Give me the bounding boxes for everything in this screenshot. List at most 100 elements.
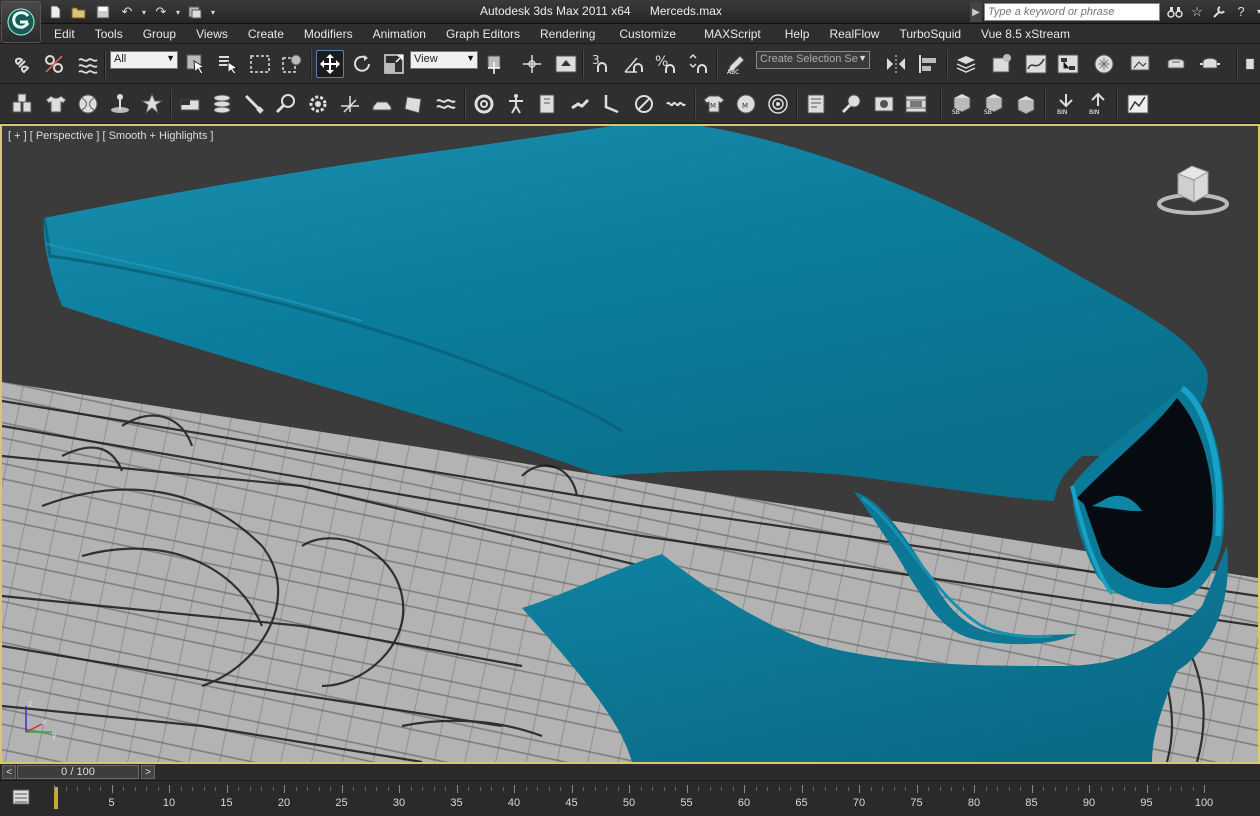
time-slider-thumb[interactable]: 0 / 100 xyxy=(17,765,139,779)
bones-icon[interactable] xyxy=(566,90,594,118)
vehicle-icon[interactable] xyxy=(368,90,396,118)
select-by-name-icon[interactable] xyxy=(214,50,242,78)
time-slider-next-button[interactable]: > xyxy=(141,765,155,779)
menu-edit[interactable]: Edit xyxy=(44,24,85,44)
rectangular-selection-region-icon[interactable] xyxy=(246,50,274,78)
menu-views[interactable]: Views xyxy=(186,24,238,44)
sphere-m-icon[interactable]: M xyxy=(732,90,760,118)
script-editor-icon[interactable] xyxy=(802,90,830,118)
track-bar[interactable]: 5 10 15 20 25 30 35 40 45 50 55 60 65 70 75 80 85 90 95 100 xyxy=(0,780,1260,816)
layer-manager-icon[interactable] xyxy=(952,50,980,78)
binoculars-icon[interactable] xyxy=(1166,2,1184,21)
pin-icon[interactable] xyxy=(106,90,134,118)
menu-turbosquid[interactable]: TurboSquid xyxy=(889,24,971,44)
wave-icon[interactable] xyxy=(432,90,460,118)
select-and-rotate-icon[interactable] xyxy=(348,50,376,78)
named-selection-set-dropdown[interactable]: Create Selection Se ▼ xyxy=(756,51,870,69)
sbs-cube-icon[interactable] xyxy=(1012,90,1040,118)
frame-ruler[interactable]: 5 10 15 20 25 30 35 40 45 50 55 60 65 70 75 80 85 90 95 100 xyxy=(54,783,1213,811)
render-production-icon[interactable] xyxy=(1196,50,1224,78)
toolbar-overflow-icon[interactable] xyxy=(1242,50,1258,78)
favorites-icon[interactable]: ☆ xyxy=(1188,2,1206,21)
gear-icon[interactable] xyxy=(304,90,332,118)
save-icon[interactable] xyxy=(92,3,114,22)
menu-graph-editors[interactable]: Graph Editors xyxy=(436,24,530,44)
menu-help[interactable]: Help xyxy=(775,24,820,44)
fabric-icon[interactable] xyxy=(400,90,428,118)
select-and-link-icon[interactable] xyxy=(8,50,36,78)
bin-export-icon[interactable]: BIN xyxy=(1052,90,1080,118)
edit-named-selection-sets-icon[interactable]: ABC xyxy=(722,50,750,78)
sbs-import-icon[interactable]: SB xyxy=(980,90,1008,118)
new-icon[interactable] xyxy=(44,3,66,22)
chevron-down-icon[interactable]: ▾ xyxy=(140,3,148,22)
perspective-viewport[interactable]: [ + ] [ Perspective ] [ Smooth + Highlig… xyxy=(0,124,1260,764)
material-library-icon[interactable] xyxy=(8,90,36,118)
spinner-snap-toggle-icon[interactable] xyxy=(684,50,712,78)
unlink-selection-icon[interactable] xyxy=(40,50,68,78)
undo-icon[interactable]: ↶ xyxy=(116,3,138,22)
spiral-icon[interactable] xyxy=(764,90,792,118)
application-menu-button[interactable] xyxy=(1,1,41,43)
graph-chart-icon[interactable] xyxy=(1124,90,1152,118)
curve-editor-icon[interactable] xyxy=(1022,50,1050,78)
chevron-down-icon[interactable]: ▾ xyxy=(1254,2,1260,21)
reference-coordinate-dropdown[interactable]: View ▼ xyxy=(410,51,478,69)
select-and-manipulate-icon[interactable] xyxy=(518,50,546,78)
sphere-ball-icon[interactable] xyxy=(74,90,102,118)
redo-icon[interactable]: ↷ xyxy=(150,3,172,22)
mirror-icon[interactable] xyxy=(882,50,910,78)
panel-figure-icon[interactable] xyxy=(534,90,562,118)
menu-create[interactable]: Create xyxy=(238,24,294,44)
rendered-frame-window-icon[interactable] xyxy=(1162,50,1190,78)
expand-search-icon[interactable]: ▶ xyxy=(970,2,982,22)
magnifier-grid-icon[interactable] xyxy=(838,90,866,118)
time-slider[interactable]: < 0 / 100 > xyxy=(0,764,1260,780)
tshirt-m-icon[interactable]: M xyxy=(700,90,728,118)
star-figure-icon[interactable] xyxy=(138,90,166,118)
graphite-modeling-tools-icon[interactable] xyxy=(988,50,1016,78)
menu-maxscript[interactable]: MAXScript xyxy=(690,24,775,44)
tools-icon[interactable] xyxy=(1210,2,1228,21)
bind-to-space-warp-icon[interactable] xyxy=(74,50,102,78)
use-pivot-center-icon[interactable] xyxy=(482,50,510,78)
biped-icon[interactable] xyxy=(502,90,530,118)
viewcube-icon[interactable] xyxy=(1156,160,1230,216)
camera-view-icon[interactable] xyxy=(870,90,898,118)
helper-axis-icon[interactable] xyxy=(336,90,364,118)
angle-snap-toggle-icon[interactable] xyxy=(620,50,648,78)
snaps-toggle-icon[interactable]: 3 xyxy=(588,50,616,78)
open-icon[interactable] xyxy=(68,3,90,22)
ik-chain-icon[interactable] xyxy=(598,90,626,118)
time-slider-prev-button[interactable]: < xyxy=(2,765,16,779)
help-icon[interactable]: ? xyxy=(1232,2,1250,21)
window-crossing-icon[interactable] xyxy=(278,50,306,78)
keyboard-shortcut-override-icon[interactable] xyxy=(552,50,580,78)
menu-realflow[interactable]: RealFlow xyxy=(819,24,889,44)
menu-animation[interactable]: Animation xyxy=(363,24,436,44)
brush-icon[interactable] xyxy=(240,90,268,118)
stack-disks-icon[interactable] xyxy=(208,90,236,118)
menu-group[interactable]: Group xyxy=(133,24,186,44)
select-object-icon[interactable] xyxy=(182,50,210,78)
search-input[interactable] xyxy=(984,3,1160,21)
render-setup-icon[interactable] xyxy=(1126,50,1154,78)
chevron-down-icon[interactable]: ▾ xyxy=(174,3,182,22)
align-icon[interactable] xyxy=(914,50,942,78)
sbs-export-icon[interactable]: SB xyxy=(948,90,976,118)
menu-customize[interactable]: Customize xyxy=(605,24,690,44)
menu-tools[interactable]: Tools xyxy=(85,24,133,44)
select-and-scale-icon[interactable] xyxy=(380,50,408,78)
menu-modifiers[interactable]: Modifiers xyxy=(294,24,363,44)
select-and-move-icon[interactable] xyxy=(316,50,344,78)
percent-snap-toggle-icon[interactable]: % xyxy=(652,50,680,78)
schematic-view-icon[interactable] xyxy=(1054,50,1082,78)
menu-vue-xstream[interactable]: Vue 8.5 xStream xyxy=(971,24,1080,44)
menu-rendering[interactable]: Rendering xyxy=(530,24,605,44)
film-strip-icon[interactable] xyxy=(902,90,930,118)
project-folder-icon[interactable] xyxy=(184,3,206,22)
bin-import-icon[interactable]: BIN xyxy=(1084,90,1112,118)
open-mini-curve-editor-icon[interactable] xyxy=(10,787,32,807)
selection-filter-dropdown[interactable]: All ▼ xyxy=(110,51,178,69)
chevron-down-icon[interactable]: ▾ xyxy=(208,3,218,22)
